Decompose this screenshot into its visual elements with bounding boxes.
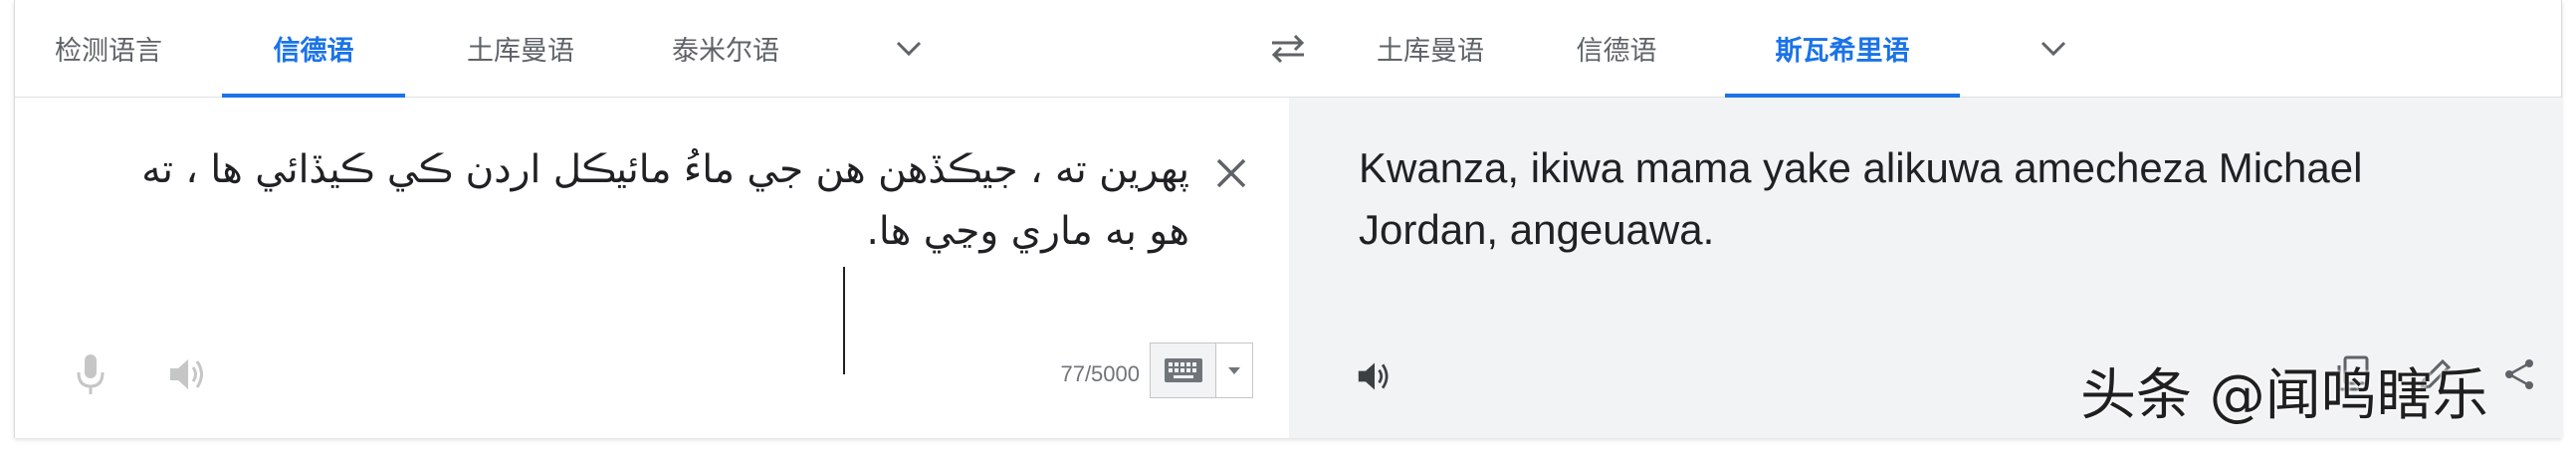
listen-source-button[interactable] (158, 346, 218, 402)
speaker-icon (170, 359, 203, 389)
listen-translation-button[interactable] (1347, 348, 1402, 404)
keyboard-button[interactable] (1151, 343, 1216, 397)
voice-input-button[interactable] (63, 346, 118, 402)
more-source-languages-button[interactable] (879, 0, 939, 97)
caret-down-icon (1228, 367, 1240, 374)
keyboard-icon (1164, 358, 1202, 382)
clear-source-button[interactable] (1203, 145, 1259, 201)
source-text-input[interactable]: پھرين ته ، جيڪڏهن هن جي ماءُ مائيڪل اردن… (105, 139, 1189, 263)
character-count: 77/5000 (1060, 361, 1140, 386)
tab-target-turkmen[interactable]: 土库曼语 (1339, 0, 1522, 97)
tab-source-tamil[interactable]: 泰米尔语 (634, 0, 817, 97)
speaker-icon (1358, 362, 1389, 390)
chevron-down-icon (2040, 41, 2066, 56)
swap-arrows-icon (1271, 34, 1305, 63)
share-translation-button[interactable] (2491, 346, 2547, 402)
text-cursor (843, 267, 845, 374)
tab-target-sindhi[interactable]: 信德语 (1536, 0, 1697, 97)
tab-source-detect-language[interactable]: 检测语言 (15, 0, 202, 97)
watermark: 头条 @闻鸣瞎乐 (2080, 363, 2488, 428)
tab-source-turkmen[interactable]: 土库曼语 (429, 0, 612, 97)
language-tab-bar: 检测语言 信德语 土库曼语 泰米尔语 土库曼语 信德语 斯瓦希里语 (15, 0, 2561, 98)
input-tools-dropdown[interactable] (1216, 343, 1252, 397)
source-pane: پھرين ته ، جيڪڏهن هن جي ماءُ مائيڪل اردن… (15, 98, 1289, 438)
translation-output: Kwanza, ikiwa mama yake alikuwa amecheza… (1359, 144, 2363, 253)
input-tools-button[interactable] (1150, 342, 1253, 398)
tab-source-sindhi[interactable]: 信德语 (222, 0, 405, 98)
tab-target-swahili[interactable]: 斯瓦希里语 (1725, 0, 1960, 98)
more-target-languages-button[interactable] (2024, 0, 2083, 97)
chevron-down-icon (896, 41, 922, 56)
share-icon (2505, 359, 2533, 389)
swap-languages-button[interactable] (1253, 0, 1323, 97)
microphone-icon (77, 354, 105, 394)
close-icon (1216, 158, 1246, 188)
